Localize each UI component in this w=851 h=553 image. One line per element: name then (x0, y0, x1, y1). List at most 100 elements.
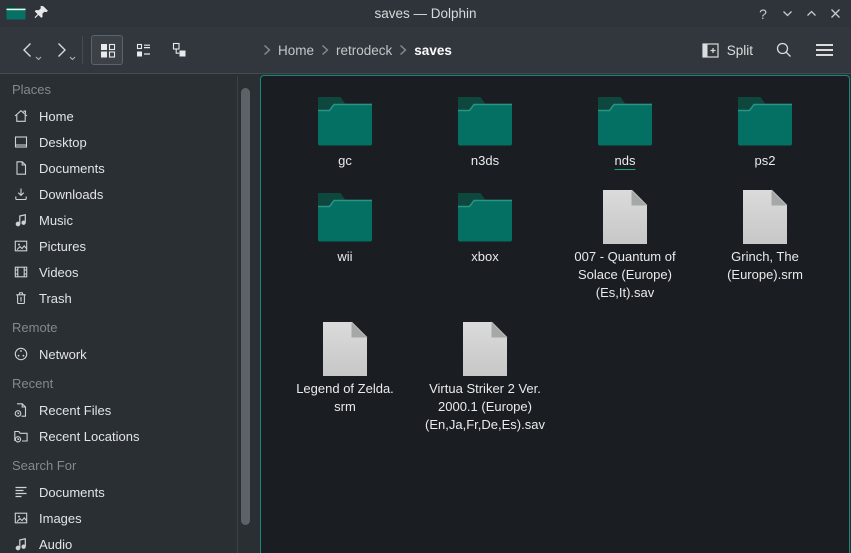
breadcrumb-item-home[interactable]: Home (278, 43, 314, 58)
sidebar-item-label: Documents (39, 485, 105, 500)
file-icon (462, 320, 508, 378)
sidebar-section-recent: Recent Recent Files Recent Locations (0, 371, 260, 449)
folder-icon (317, 92, 373, 150)
folder-icon (317, 188, 373, 246)
file-item-grinch-the-europe-srm[interactable]: Grinch, The(Europe).srm (695, 188, 835, 284)
sidebar-item-label: Recent Files (39, 403, 111, 418)
sidebar-item-documents[interactable]: Documents (0, 155, 260, 181)
sidebar-scrollbar-track[interactable] (237, 76, 238, 553)
sidebar-item-label: Downloads (39, 187, 103, 202)
sidebar-item-recent-files[interactable]: Recent Files (0, 397, 260, 423)
video-icon (12, 264, 29, 281)
sidebar-item-videos[interactable]: Videos (0, 259, 260, 285)
sidebar-item-label: Trash (39, 291, 72, 306)
folder-item-nds[interactable]: nds (555, 92, 695, 170)
sidebar-item-trash[interactable]: Trash (0, 285, 260, 311)
maximize-button[interactable] (799, 2, 823, 26)
sidebar-section-places: Places Home Desktop Documents Downloads Music… (0, 77, 260, 311)
folder-item-ps2[interactable]: ps2 (695, 92, 835, 170)
sidebar-item-desktop[interactable]: Desktop (0, 129, 260, 155)
file-item-legend-of-zelda-srm[interactable]: Legend of Zelda.srm (275, 320, 415, 416)
back-history-caret-icon[interactable] (35, 49, 42, 64)
split-button[interactable]: Split (694, 33, 761, 67)
file-icon (602, 188, 648, 246)
sidebar-scrollbar-thumb[interactable] (241, 88, 250, 525)
split-button-label: Split (727, 43, 753, 58)
search-button[interactable] (767, 33, 801, 67)
hamburger-icon (815, 43, 834, 57)
sidebar-item-label: Audio (39, 537, 72, 552)
folder-item-xbox[interactable]: xbox (415, 188, 555, 266)
tree-view-icon (171, 42, 188, 59)
help-button[interactable]: ? (751, 2, 775, 26)
file-item-virtua-striker-2-ver-2000-1-europe-en-ja[interactable]: Virtua Striker 2 Ver.2000.1 (Europe)(En,… (415, 320, 555, 434)
folder-icon (457, 188, 513, 246)
close-button[interactable] (823, 2, 847, 26)
item-label: Virtua Striker 2 Ver.2000.1 (Europe)(En,… (425, 380, 545, 434)
titlebar[interactable]: saves — Dolphin ? (0, 0, 851, 27)
toolbar-separator (82, 36, 83, 64)
sidebar-item-label: Videos (39, 265, 79, 280)
recent-folder-icon (12, 428, 29, 445)
breadcrumb-item-retrodeck[interactable]: retrodeck (336, 43, 392, 58)
file-grid: gc n3ds nds ps2 wii xbox 007 - Quantum o… (261, 76, 849, 434)
forward-button[interactable] (44, 33, 78, 67)
breadcrumb: Home retrodeck saves (263, 27, 452, 73)
document-icon (12, 160, 29, 177)
sidebar-item-label: Network (39, 347, 87, 362)
item-label: Legend of Zelda.srm (296, 380, 394, 416)
sidebar-item-label: Music (39, 213, 73, 228)
dolphin-window: saves — Dolphin ? (0, 0, 851, 553)
file-item-007-quantum-of-solace-europe-es-it-sav[interactable]: 007 - Quantum ofSolace (Europe)(Es,It).s… (555, 188, 695, 302)
sidebar-item-downloads[interactable]: Downloads (0, 181, 260, 207)
home-icon (12, 108, 29, 125)
sidebar-item-music[interactable]: Music (0, 207, 260, 233)
file-icon (322, 320, 368, 378)
folder-item-gc[interactable]: gc (275, 92, 415, 170)
sidebar-item-recent-locations[interactable]: Recent Locations (0, 423, 260, 449)
breadcrumb-item-saves[interactable]: saves (414, 43, 452, 58)
back-button[interactable] (10, 33, 44, 67)
sidebar-section-header: Search For (0, 453, 260, 479)
sidebar-item-label: Images (39, 511, 82, 526)
places-panel: Places Home Desktop Documents Downloads Music… (0, 74, 260, 553)
sidebar-item-pictures[interactable]: Pictures (0, 233, 260, 259)
trash-icon (12, 290, 29, 307)
file-icon (742, 188, 788, 246)
sidebar-item-label: Desktop (39, 135, 87, 150)
folder-icon (737, 92, 793, 150)
item-label: xbox (471, 248, 498, 266)
sidebar-section-header: Recent (0, 371, 260, 397)
folder-item-wii[interactable]: wii (275, 188, 415, 266)
music-icon (12, 212, 29, 229)
folder-item-n3ds[interactable]: n3ds (415, 92, 555, 170)
icons-view-icon (99, 42, 116, 59)
tree-view-button[interactable] (163, 35, 195, 65)
item-label: 007 - Quantum ofSolace (Europe)(Es,It).s… (574, 248, 675, 302)
sidebar-item-images[interactable]: Images (0, 505, 260, 531)
window-title: saves — Dolphin (0, 0, 851, 27)
sidebar-item-label: Recent Locations (39, 429, 139, 444)
sidebar-item-audio[interactable]: Audio (0, 531, 260, 553)
minimize-button[interactable] (775, 2, 799, 26)
icons-view-button[interactable] (91, 35, 123, 65)
breadcrumb-chevron-icon (263, 44, 271, 56)
folder-icon (457, 92, 513, 150)
network-icon (12, 346, 29, 363)
details-view-icon (135, 42, 152, 59)
sidebar-item-label: Home (39, 109, 74, 124)
sidebar-item-home[interactable]: Home (0, 103, 260, 129)
item-label: Grinch, The(Europe).srm (727, 248, 803, 284)
sidebar-item-documents[interactable]: Documents (0, 479, 260, 505)
menu-button[interactable] (807, 33, 841, 67)
sidebar-section-remote: RemoteNetwork (0, 315, 260, 367)
folder-view[interactable]: gc n3ds nds ps2 wii xbox 007 - Quantum o… (260, 75, 850, 553)
sidebar-item-network[interactable]: Network (0, 341, 260, 367)
toolbar: Home retrodeck saves Split (0, 27, 851, 74)
desktop-icon (12, 134, 29, 151)
sidebar-section-header: Places (0, 77, 260, 103)
details-view-button[interactable] (127, 35, 159, 65)
search-icon (775, 41, 793, 59)
forward-history-caret-icon[interactable] (69, 49, 76, 64)
folder-icon (597, 92, 653, 150)
